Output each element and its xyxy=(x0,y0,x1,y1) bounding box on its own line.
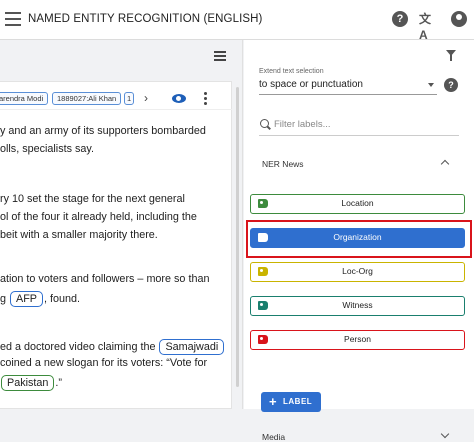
text-segment: ol of the four it already held, includin… xyxy=(0,211,197,223)
entity-span-loc[interactable]: Pakistan xyxy=(1,375,55,391)
annotator-tag-bar: arendra Modi 1889027:Ali Khan 1 › xyxy=(0,86,232,110)
label-button-loc-org[interactable]: Loc-Org xyxy=(250,262,465,282)
text-line: y and an army of its supporters bombarde… xyxy=(0,125,206,137)
document-panel: arendra Modi 1889027:Ali Khan 1 › y and … xyxy=(0,40,243,409)
text-line: ry 10 set the stage for the next general xyxy=(0,193,185,205)
plus-icon: + xyxy=(269,394,278,409)
label-button-text: Loc-Org xyxy=(342,266,373,276)
text-segment: g xyxy=(0,293,10,305)
more-vert-icon[interactable] xyxy=(204,92,207,107)
text-segment: y and an army of its supporters bombarde… xyxy=(0,125,206,137)
tag-icon xyxy=(258,301,268,310)
list-menu-icon[interactable] xyxy=(214,51,226,61)
menu-icon[interactable] xyxy=(5,12,21,26)
app-header: NAMED ENTITY RECOGNITION (ENGLISH) ? 文A xyxy=(0,0,474,42)
text-segment: coined a new slogan for its voters: “Vot… xyxy=(0,357,208,369)
label-button-witness[interactable]: Witness xyxy=(250,296,465,316)
text-segment: .” xyxy=(55,377,63,389)
text-line: coined a new slogan for its voters: “Vot… xyxy=(0,357,207,369)
text-segment: ation to voters and followers – more so … xyxy=(0,273,210,285)
text-segment: ed a doctored video claiming the xyxy=(0,341,159,353)
entity-span-org[interactable]: AFP xyxy=(10,291,44,307)
filter-labels-input[interactable] xyxy=(274,117,454,131)
label-group-title: Media xyxy=(262,432,286,442)
document-card: arendra Modi 1889027:Ali Khan 1 › y and … xyxy=(0,81,232,409)
annotator-chip[interactable]: 1 xyxy=(124,92,134,105)
scrollbar[interactable] xyxy=(236,87,239,387)
label-button-text: Witness xyxy=(342,300,373,310)
label-button-location[interactable]: Location xyxy=(250,194,465,214)
entity-span-org[interactable]: Samajwadi xyxy=(159,339,225,355)
tag-icon xyxy=(258,335,268,344)
add-label-button[interactable]: + LABEL xyxy=(261,392,321,412)
add-label-button-text: LABEL xyxy=(283,397,313,406)
text-line: beit with a smaller majority there. xyxy=(0,229,158,241)
text-line: g AFP, found. xyxy=(0,291,80,307)
label-button-text: Location xyxy=(341,198,374,208)
label-sidebar: Extend text selection to space or punctu… xyxy=(244,40,474,442)
filter-icon[interactable] xyxy=(446,50,456,61)
text-line: ol of the four it already held, includin… xyxy=(0,211,197,223)
help-icon[interactable]: ? xyxy=(444,78,458,92)
help-icon[interactable]: ? xyxy=(392,11,408,27)
extend-selection-label: Extend text selection xyxy=(259,68,324,75)
text-segment: ry 10 set the stage for the next general xyxy=(0,193,185,205)
tag-icon xyxy=(258,267,268,276)
text-line: ation to voters and followers – more so … xyxy=(0,273,209,285)
chevron-down-icon[interactable] xyxy=(440,429,450,439)
text-segment: , found. xyxy=(44,293,81,305)
chevron-right-icon[interactable]: › xyxy=(144,91,148,105)
search-icon xyxy=(260,119,269,128)
annotator-chip[interactable]: arendra Modi xyxy=(0,92,49,105)
page-title: NAMED ENTITY RECOGNITION (ENGLISH) xyxy=(28,13,263,25)
translate-icon[interactable]: 文A xyxy=(419,11,435,42)
select-underline xyxy=(259,94,437,95)
tag-icon xyxy=(258,199,268,208)
text-line: Pakistan.” xyxy=(0,375,62,391)
eye-icon[interactable] xyxy=(172,94,186,103)
annotator-chip[interactable]: 1889027:Ali Khan xyxy=(52,92,122,105)
account-icon[interactable] xyxy=(451,11,467,27)
text-segment: olls, specialists say. xyxy=(0,143,95,155)
text-line: ed a doctored video claiming the Samajwa… xyxy=(0,339,225,355)
search-underline xyxy=(259,135,459,136)
label-button-person[interactable]: Person xyxy=(250,330,465,350)
extend-selection-select[interactable]: to space or punctuation xyxy=(259,79,363,90)
selection-highlight xyxy=(246,220,472,258)
label-button-text: Person xyxy=(344,334,371,344)
chevron-up-icon[interactable] xyxy=(440,159,450,169)
text-segment: beit with a smaller majority there. xyxy=(0,229,158,241)
label-group-title: NER News xyxy=(262,159,304,169)
text-line: olls, specialists say. xyxy=(0,143,94,155)
dropdown-arrow-icon[interactable] xyxy=(428,83,434,87)
